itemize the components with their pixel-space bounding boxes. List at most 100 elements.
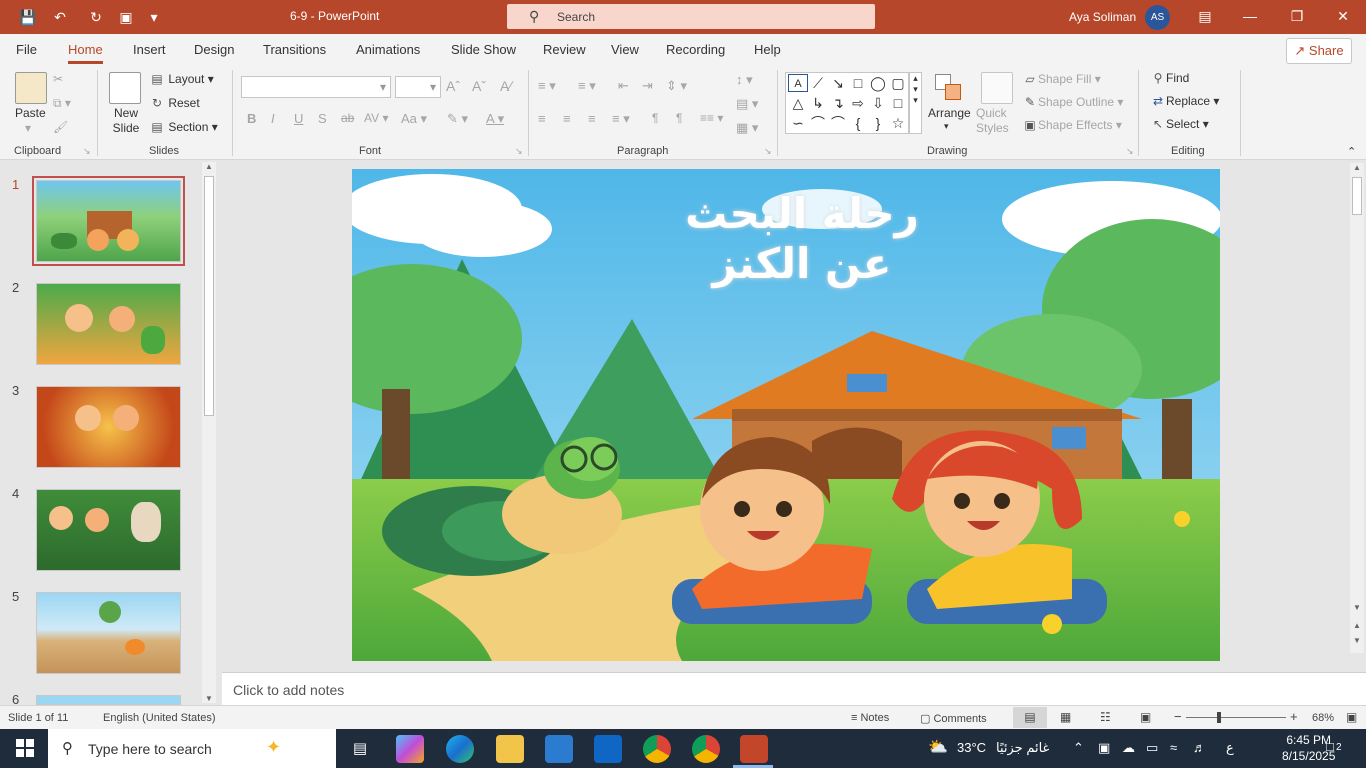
thumbnails-scrollbar[interactable]: ▲ ▼ <box>202 162 216 703</box>
zoom-slider[interactable] <box>1186 717 1286 718</box>
windows-start-icon[interactable] <box>16 739 34 757</box>
customize-qat-icon[interactable]: ▾ <box>144 7 164 27</box>
paste-icon[interactable] <box>15 72 47 104</box>
close-icon[interactable]: ✕ <box>1333 6 1353 26</box>
task-view-icon[interactable]: ▤ <box>346 735 374 763</box>
section-button[interactable]: ▤ Section ▾ <box>149 120 217 134</box>
shapes-gallery[interactable]: A ⟋ ↘ □ ◯ ▢ △ ↳ ↴ ⇨ ⇩ □ ∽ ⌒ ⌒ { } ☆ <box>785 72 909 134</box>
wifi-icon[interactable]: ≈ <box>1170 740 1177 755</box>
new-slide-button[interactable]: New Slide <box>112 106 140 136</box>
reset-button[interactable]: ↻ Reset <box>149 96 200 110</box>
change-case-icon[interactable]: Aa ▾ <box>401 111 427 127</box>
font-color-icon[interactable]: A ▾ <box>486 111 504 127</box>
columns-icon[interactable]: ≡≡ ▾ <box>700 111 723 125</box>
select-button[interactable]: ↖ Select ▾ <box>1150 117 1209 131</box>
slide-thumbnail-4[interactable] <box>36 489 181 571</box>
chrome-icon[interactable] <box>643 735 671 763</box>
rectangle-shape-icon[interactable]: □ <box>848 74 868 92</box>
oval-shape-icon[interactable]: ◯ <box>868 74 888 92</box>
tab-help[interactable]: Help <box>754 42 781 57</box>
share-button[interactable]: ↗ Share <box>1286 38 1352 64</box>
zoom-in-icon[interactable]: + <box>1290 709 1298 724</box>
underline-icon[interactable]: U <box>294 111 303 126</box>
left-brace-icon[interactable]: { <box>848 114 868 132</box>
comments-button[interactable]: ▢ Comments <box>920 712 987 725</box>
shadow-icon[interactable]: S <box>318 111 327 126</box>
triangle-shape-icon[interactable]: △ <box>788 94 808 112</box>
rtl-icon[interactable]: ¶ <box>652 111 658 125</box>
quick-styles-button[interactable]: Quick Styles <box>976 106 1022 136</box>
quick-styles-icon[interactable] <box>981 72 1013 104</box>
justify-icon[interactable]: ≡ ▾ <box>612 111 630 127</box>
tab-home[interactable]: Home <box>68 42 103 64</box>
slide-title-line-2[interactable]: عن الكنز <box>552 239 1052 288</box>
font-launcher-icon[interactable]: ↘ <box>515 146 523 157</box>
text-box-shape-icon[interactable]: A <box>788 74 808 92</box>
user-name[interactable]: Aya Soliman <box>1069 10 1136 24</box>
bullets-icon[interactable]: ≡ ▾ <box>538 78 556 94</box>
paste-dropdown-icon[interactable]: ▾ <box>25 121 31 135</box>
clear-format-icon[interactable]: A∕ <box>500 78 512 94</box>
arrow-line-shape-icon[interactable]: ↘ <box>828 74 848 92</box>
scrollbar-thumb[interactable] <box>1352 177 1362 215</box>
shape-effects-button[interactable]: ▣ Shape Effects ▾ <box>1022 118 1122 132</box>
avatar[interactable]: AS <box>1145 5 1170 30</box>
slide-title-line-1[interactable]: رحلة البحث <box>552 189 1052 238</box>
fit-slide-icon[interactable]: ▣ <box>1346 710 1357 724</box>
text-direction-icon[interactable]: ↕ ▾ <box>736 72 753 88</box>
scroll-down-icon[interactable]: ▼ <box>205 694 213 703</box>
show-hidden-icons-icon[interactable]: ⌃ <box>1073 740 1084 756</box>
scrollbar-thumb[interactable] <box>204 176 214 416</box>
undo-icon[interactable]: ↶ <box>50 7 70 27</box>
tab-recording[interactable]: Recording <box>666 42 725 57</box>
scroll-down-icon[interactable]: ▼ <box>1353 603 1361 612</box>
zoom-slider-thumb[interactable] <box>1217 712 1221 723</box>
search-box[interactable]: ⚲ Search <box>507 4 875 29</box>
collapse-ribbon-icon[interactable]: ⌃ <box>1347 145 1356 158</box>
align-center-icon[interactable]: ≡ <box>563 111 571 126</box>
slide-thumbnail-5[interactable] <box>36 592 181 674</box>
layout-button[interactable]: ▤ Layout ▾ <box>149 72 213 86</box>
slide-thumbnail-3[interactable] <box>36 386 181 468</box>
slide-thumbnail-2[interactable] <box>36 283 181 365</box>
slide-thumbnail-1[interactable] <box>32 176 185 266</box>
slide-sorter-icon[interactable]: ▦ <box>1060 710 1071 724</box>
volume-icon[interactable]: ♬ <box>1193 740 1206 755</box>
notification-icon[interactable]: □ <box>1326 739 1334 754</box>
input-language[interactable]: ع <box>1226 740 1234 756</box>
taskbar-search[interactable]: ⚲ Type here to search ✦ <box>48 729 336 768</box>
zoom-level[interactable]: 68% <box>1312 712 1334 724</box>
rounded-rect-shape-icon[interactable]: ▢ <box>888 74 908 92</box>
redo-icon[interactable]: ↻ <box>86 7 106 27</box>
line-shape-icon[interactable]: ⟋ <box>808 74 828 92</box>
drawing-launcher-icon[interactable]: ↘ <box>1126 146 1134 157</box>
align-text-icon[interactable]: ▤ ▾ <box>736 96 758 112</box>
minimize-icon[interactable]: — <box>1240 6 1260 26</box>
italic-icon[interactable]: I <box>271 111 275 126</box>
font-size-combo[interactable]: ▾ <box>395 76 441 98</box>
chrome-profile-icon[interactable] <box>692 735 720 763</box>
cut-icon[interactable]: ✂ <box>53 72 63 86</box>
right-brace-icon[interactable]: } <box>868 114 888 132</box>
scroll-up-icon[interactable]: ▲ <box>205 162 213 171</box>
freeform-shape-icon[interactable]: ∽ <box>788 114 808 132</box>
tab-design[interactable]: Design <box>194 42 234 57</box>
new-slide-icon[interactable] <box>109 72 141 104</box>
store-icon[interactable] <box>545 735 573 763</box>
highlight-icon[interactable]: ✎ ▾ <box>447 111 468 127</box>
copy-icon[interactable]: ⧉ ▾ <box>53 96 71 111</box>
save-icon[interactable]: 💾 <box>18 7 38 27</box>
weather-temp[interactable]: 33°C <box>957 740 986 755</box>
powerpoint-icon[interactable] <box>740 735 768 763</box>
arrange-button[interactable]: Arrange <box>928 106 971 120</box>
line-spacing-icon[interactable]: ⇕ ▾ <box>666 78 687 94</box>
arrange-icon[interactable] <box>933 72 965 104</box>
star-shape-icon[interactable]: ☆ <box>888 114 908 132</box>
bold-icon[interactable]: B <box>247 111 256 126</box>
strikethrough-icon[interactable]: ab <box>341 111 354 125</box>
down-arrow-shape-icon[interactable]: ⇩ <box>868 94 888 112</box>
increase-font-icon[interactable]: Aˆ <box>446 78 460 94</box>
increase-indent-icon[interactable]: ⇥ <box>642 78 653 94</box>
edge-icon[interactable] <box>446 735 474 763</box>
curve-shape-icon[interactable]: ⌒ <box>808 114 828 132</box>
